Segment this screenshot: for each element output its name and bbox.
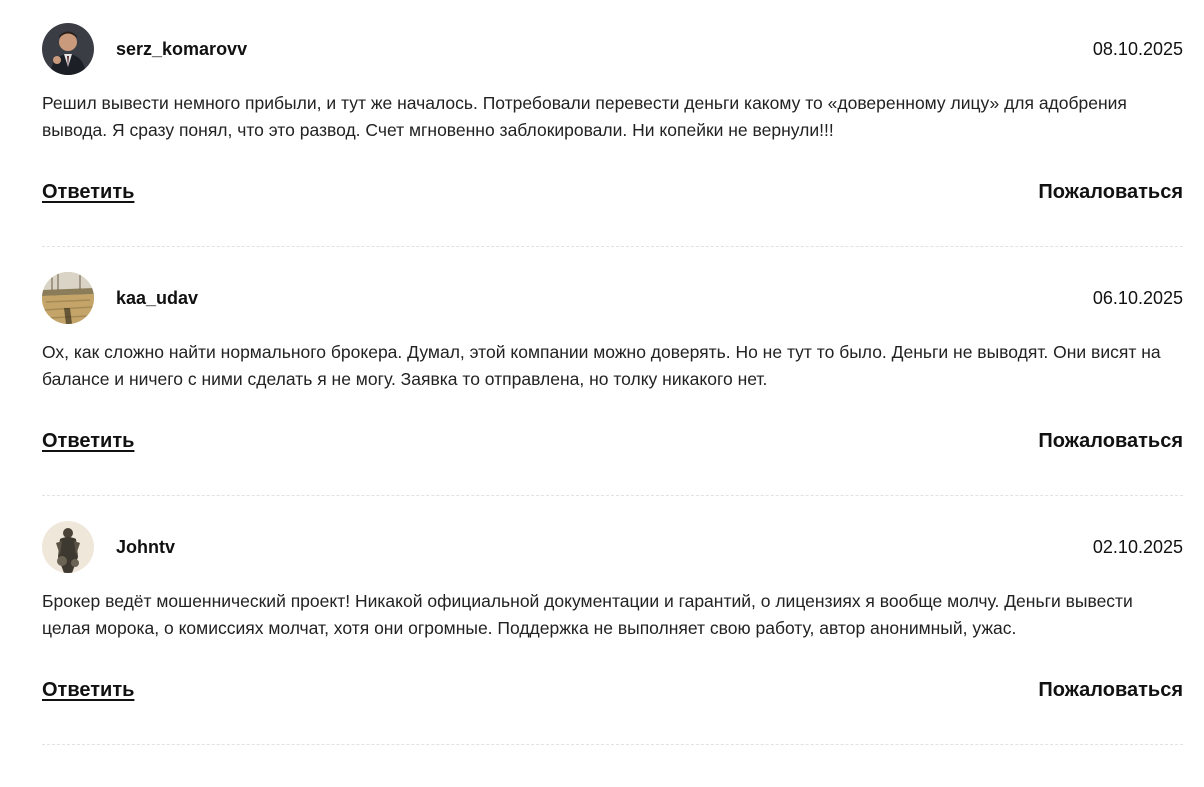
comment-actions: Ответить Пожаловаться (42, 179, 1183, 205)
comment-text: Решил вывести немного прибыли, и тут же … (42, 93, 1127, 140)
report-link[interactable]: Пожаловаться (1038, 428, 1183, 454)
reply-link[interactable]: Ответить (42, 677, 134, 703)
comment-date: 06.10.2025 (1092, 288, 1183, 308)
comment-item: Johntv 02.10.2025 Брокер ведёт мошенниче… (42, 521, 1183, 745)
comment-text: Брокер ведёт мошеннический проект! Никак… (42, 591, 1133, 638)
reply-link[interactable]: Ответить (42, 179, 134, 205)
user-avatar-icon[interactable] (42, 272, 94, 324)
comment-date: 02.10.2025 (1092, 537, 1183, 557)
comment-username: kaa_udav (116, 288, 199, 308)
comment-username: serz_komarovv (116, 39, 248, 59)
report-link[interactable]: Пожаловаться (1038, 677, 1183, 703)
comment-date: 08.10.2025 (1092, 39, 1183, 59)
comment-actions: Ответить Пожаловаться (42, 428, 1183, 454)
user-avatar-icon[interactable] (42, 521, 94, 573)
comment-actions: Ответить Пожаловаться (42, 677, 1183, 703)
comment-username: Johntv (116, 537, 176, 557)
reply-link[interactable]: Ответить (42, 428, 134, 454)
comment-header: serz_komarovv 08.10.2025 (42, 23, 1183, 75)
comment-item: kaa_udav 06.10.2025 Ох, как сложно найти… (42, 272, 1183, 496)
comment-text: Ох, как сложно найти нормального брокера… (42, 342, 1161, 389)
comment-header: kaa_udav 06.10.2025 (42, 272, 1183, 324)
user-avatar-icon[interactable] (42, 23, 94, 75)
report-link[interactable]: Пожаловаться (1038, 179, 1183, 205)
comment-header: Johntv 02.10.2025 (42, 521, 1183, 573)
comments-list: serz_komarovv 08.10.2025 Решил вывести н… (0, 23, 1204, 745)
comment-item: serz_komarovv 08.10.2025 Решил вывести н… (42, 23, 1183, 247)
